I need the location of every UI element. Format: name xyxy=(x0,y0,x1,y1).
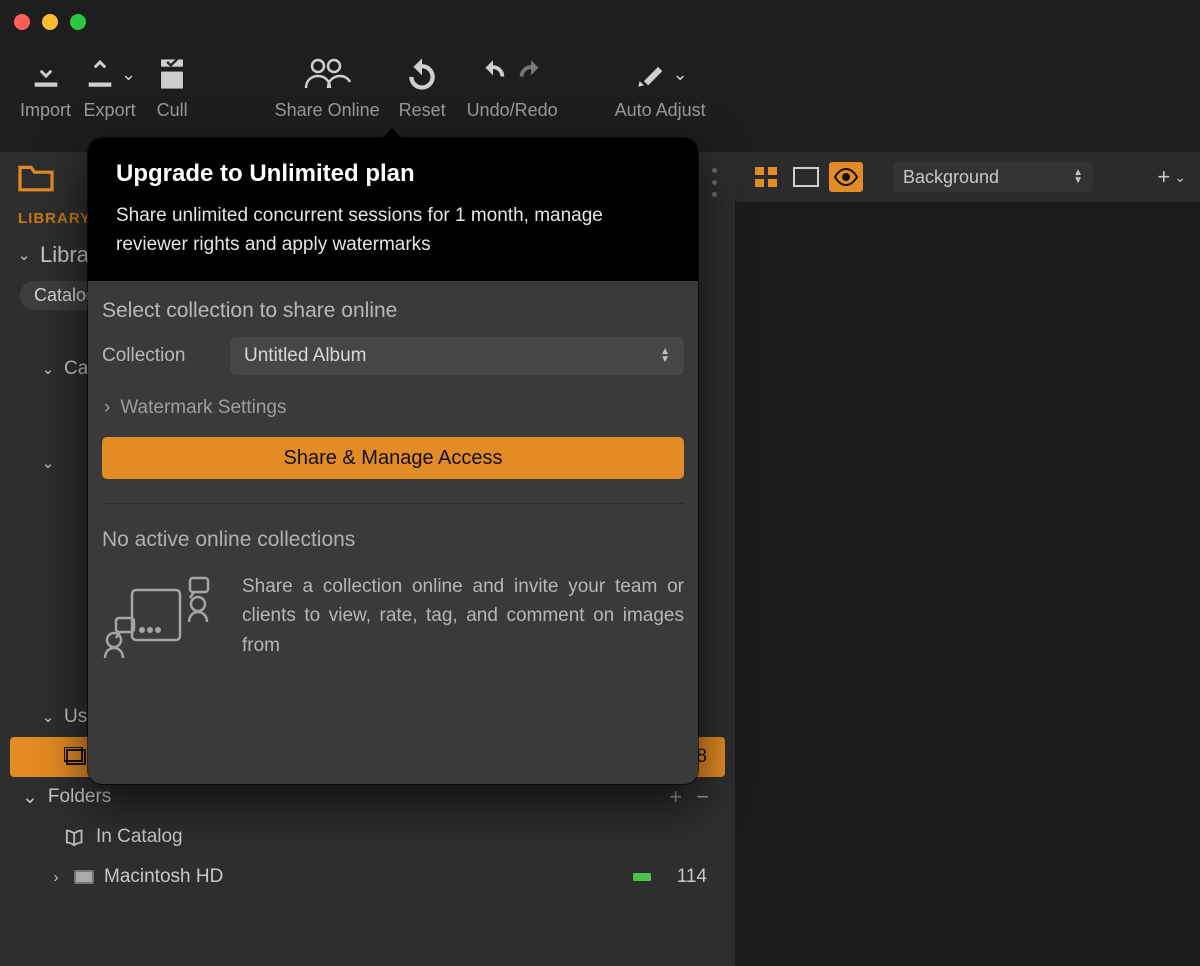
collection-select[interactable]: Untitled Album ▲▼ xyxy=(230,337,684,375)
select-collection-heading: Select collection to share online xyxy=(102,299,684,323)
panel-resize-handle[interactable] xyxy=(712,168,717,197)
share-description-text: Share a collection online and invite you… xyxy=(242,572,684,660)
main-toolbar: Import ⌄ Export Cull Share Online Reset xyxy=(0,54,1200,144)
stepper-icon: ▲▼ xyxy=(660,348,670,364)
share-online-label: Share Online xyxy=(275,100,380,121)
popover-arrow xyxy=(380,128,404,140)
reset-icon xyxy=(405,54,439,94)
viewer-toolbar: Background ▲▼ + ⌄ xyxy=(735,152,1200,202)
single-view-button[interactable] xyxy=(789,162,823,192)
close-window-button[interactable] xyxy=(14,14,30,30)
add-folder-button[interactable]: + xyxy=(669,784,682,810)
caret-down-icon: ⌄ xyxy=(40,454,56,472)
share-illustration-icon xyxy=(102,572,222,662)
auto-adjust-icon: ⌄ xyxy=(633,54,688,94)
import-icon xyxy=(29,54,63,94)
cull-icon xyxy=(157,54,187,94)
disk-usage-indicator xyxy=(633,873,651,881)
macintosh-hd-item[interactable]: › Macintosh HD 114 xyxy=(10,857,725,897)
folder-icon[interactable] xyxy=(16,161,56,193)
window-controls xyxy=(14,14,86,30)
import-button[interactable]: Import xyxy=(14,54,77,121)
cull-label: Cull xyxy=(157,100,188,121)
chevron-down-icon: ⌄ xyxy=(673,64,688,85)
no-active-collections-label: No active online collections xyxy=(102,528,684,552)
share-online-popover: Upgrade to Unlimited plan Share unlimite… xyxy=(88,138,698,784)
upgrade-banner[interactable]: Upgrade to Unlimited plan Share unlimite… xyxy=(88,138,698,281)
in-catalog-item[interactable]: In Catalog xyxy=(10,817,725,857)
share-manage-access-button[interactable]: Share & Manage Access xyxy=(102,437,684,479)
cull-button[interactable]: Cull xyxy=(142,54,202,121)
undo-redo-label: Undo/Redo xyxy=(467,100,558,121)
caret-down-icon: ⌄ xyxy=(40,708,56,726)
export-label: Export xyxy=(84,100,136,121)
upgrade-banner-body: Share unlimited concurrent sessions for … xyxy=(116,202,670,259)
fullscreen-window-button[interactable] xyxy=(70,14,86,30)
reset-label: Reset xyxy=(399,100,446,121)
export-icon: ⌄ xyxy=(83,54,136,94)
caret-down-icon: ⌄ xyxy=(22,786,38,809)
undo-redo-icon xyxy=(478,54,546,94)
plus-icon: + xyxy=(1157,164,1170,190)
undo-redo-button[interactable]: Undo/Redo xyxy=(452,54,572,121)
auto-adjust-button[interactable]: ⌄ Auto Adjust xyxy=(600,54,720,121)
reset-button[interactable]: Reset xyxy=(392,54,452,121)
preview-toggle-button[interactable] xyxy=(829,162,863,192)
watermark-settings-toggle[interactable]: › Watermark Settings xyxy=(102,389,684,437)
viewer-selector[interactable]: Background ▲▼ xyxy=(893,162,1093,192)
drive-icon xyxy=(72,867,96,887)
upgrade-banner-title: Upgrade to Unlimited plan xyxy=(116,160,670,188)
viewer-add-button[interactable]: + ⌄ xyxy=(1157,164,1186,190)
grid-view-button[interactable] xyxy=(749,162,783,192)
caret-right-icon: › xyxy=(104,397,110,419)
caret-down-icon: ⌄ xyxy=(40,360,56,378)
caret-right-icon: › xyxy=(48,869,64,886)
collection-label: Collection xyxy=(102,345,212,367)
divider xyxy=(102,503,684,504)
minimize-window-button[interactable] xyxy=(42,14,58,30)
remove-folder-button[interactable]: − xyxy=(696,784,709,810)
auto-adjust-label: Auto Adjust xyxy=(615,100,706,121)
share-online-icon xyxy=(302,54,352,94)
album-icon xyxy=(64,747,88,767)
export-button[interactable]: ⌄ Export xyxy=(77,54,142,121)
chevron-down-icon: ⌄ xyxy=(1174,169,1186,186)
stepper-icon: ▲▼ xyxy=(1073,169,1083,185)
book-icon xyxy=(64,827,88,847)
caret-down-icon: ⌄ xyxy=(16,246,32,264)
viewer-panel: Background ▲▼ + ⌄ xyxy=(735,152,1200,966)
import-label: Import xyxy=(20,100,71,121)
share-online-button[interactable]: Share Online xyxy=(262,54,392,121)
chevron-down-icon: ⌄ xyxy=(121,64,136,85)
